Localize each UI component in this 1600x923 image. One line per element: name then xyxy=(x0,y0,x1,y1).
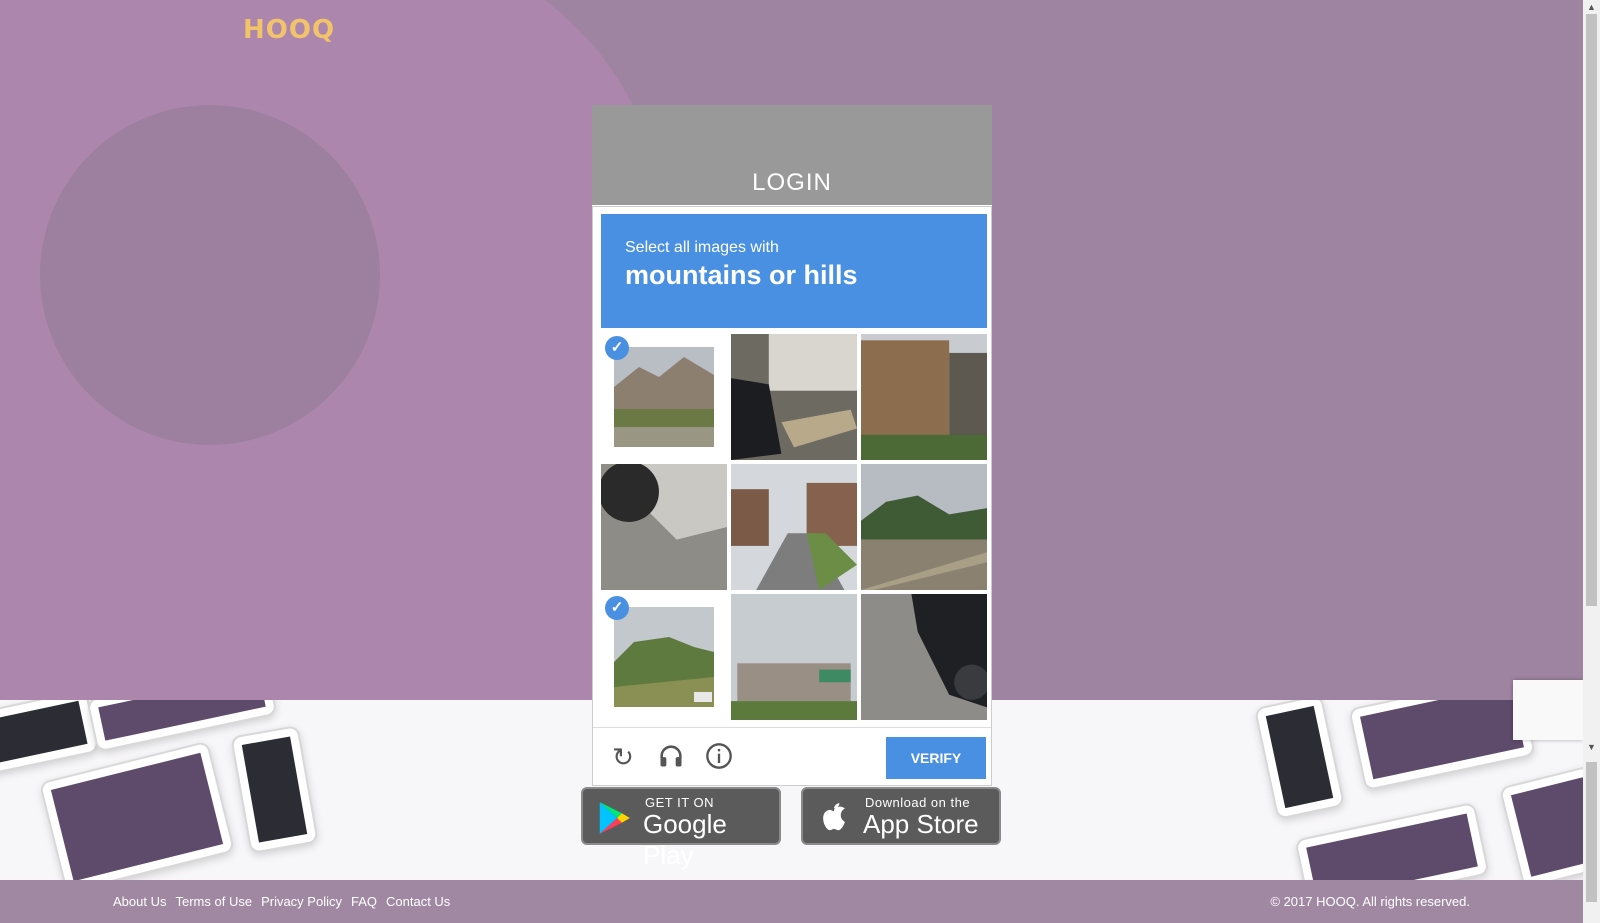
scroll-down-arrow-icon[interactable]: ▼ xyxy=(1587,742,1596,752)
hillside-railway-image xyxy=(861,464,987,590)
login-header: LOGIN xyxy=(592,105,992,205)
page-scrollbar[interactable]: ▲ ▼ xyxy=(1583,0,1600,923)
hooq-logo[interactable]: HOOQ xyxy=(243,15,335,45)
captcha-tile-5[interactable] xyxy=(731,464,857,590)
storefront-street-image xyxy=(731,594,857,720)
device-tablet-left-2 xyxy=(38,740,236,880)
google-play-badge[interactable]: GET IT ON Google Play xyxy=(581,787,781,870)
captcha-target-text: mountains or hills xyxy=(625,260,858,290)
device-tablet-right xyxy=(1348,700,1536,792)
app-store-badge[interactable]: Download on the App Store xyxy=(801,787,1001,845)
captcha-tile-3[interactable] xyxy=(861,334,987,460)
scrollbar-thumb[interactable] xyxy=(1586,14,1597,606)
scroll-up-arrow-icon[interactable]: ▲ xyxy=(1587,2,1596,12)
captcha-image-grid: ✓ ✓ xyxy=(601,334,987,720)
captcha-instructions: Select all images with mountains or hill… xyxy=(601,214,987,328)
recaptcha-badge[interactable] xyxy=(1513,680,1583,740)
login-title: LOGIN xyxy=(752,169,832,196)
verify-button[interactable]: VERIFY xyxy=(886,737,986,779)
headphones-icon xyxy=(660,745,682,767)
google-play-small-text: GET IT ON xyxy=(645,795,715,810)
captcha-tile-9[interactable] xyxy=(861,594,987,720)
google-play-big-text: Google Play xyxy=(643,809,727,870)
app-store-big-text: App Store xyxy=(863,809,979,839)
scrollbar-thumb-lower[interactable] xyxy=(1586,762,1597,902)
captcha-tile-2[interactable] xyxy=(731,334,857,460)
mountain-valley-image xyxy=(614,347,714,447)
footer: About Us Terms of Use Privacy Policy FAQ… xyxy=(0,880,1583,923)
device-tablet-far-right xyxy=(1498,765,1583,880)
captcha-tile-6[interactable] xyxy=(861,464,987,590)
grassy-hill-image xyxy=(614,607,714,707)
info-icon[interactable] xyxy=(704,742,734,772)
footer-links: About Us Terms of Use Privacy Policy FAQ… xyxy=(113,894,450,909)
device-tablet-left xyxy=(0,700,100,776)
page: HOOQ About Us Terms of Use Privacy Polic… xyxy=(0,0,1583,923)
captcha-tile-7[interactable]: ✓ xyxy=(601,594,727,720)
apple-icon xyxy=(823,803,845,831)
reload-icon[interactable]: ↻ xyxy=(608,742,638,772)
car-wheel-road-image xyxy=(601,464,727,590)
footer-link-about[interactable]: About Us xyxy=(113,894,166,909)
footer-link-faq[interactable]: FAQ xyxy=(351,894,377,909)
hero-circle-shape xyxy=(40,105,380,445)
copyright-text: © 2017 HOOQ. All rights reserved. xyxy=(1270,894,1470,909)
captcha-tile-8[interactable] xyxy=(731,594,857,720)
google-play-icon xyxy=(599,802,630,834)
captcha-tile-1[interactable]: ✓ xyxy=(601,334,727,460)
footer-link-contact[interactable]: Contact Us xyxy=(386,894,450,909)
selected-check-icon: ✓ xyxy=(605,596,629,620)
recaptcha-challenge: Select all images with mountains or hill… xyxy=(592,206,992,786)
captcha-tile-4[interactable] xyxy=(601,464,727,590)
app-store-small-text: Download on the xyxy=(865,795,971,810)
audio-icon[interactable] xyxy=(656,742,686,772)
car-driveway-image xyxy=(731,334,857,460)
selected-check-icon: ✓ xyxy=(605,336,629,360)
info-circle-icon xyxy=(706,743,732,769)
footer-link-terms[interactable]: Terms of Use xyxy=(175,894,252,909)
device-phone-left xyxy=(230,724,319,855)
device-phone-right xyxy=(1253,700,1346,820)
device-laptop-right xyxy=(1294,801,1490,880)
footer-link-privacy[interactable]: Privacy Policy xyxy=(261,894,342,909)
apartment-building-image xyxy=(861,334,987,460)
captcha-instruction-text: Select all images with xyxy=(625,239,779,256)
car-side-pavement-image xyxy=(861,594,987,720)
street-intersection-image xyxy=(731,464,857,590)
captcha-footer: ↻ VERIFY xyxy=(593,727,991,788)
